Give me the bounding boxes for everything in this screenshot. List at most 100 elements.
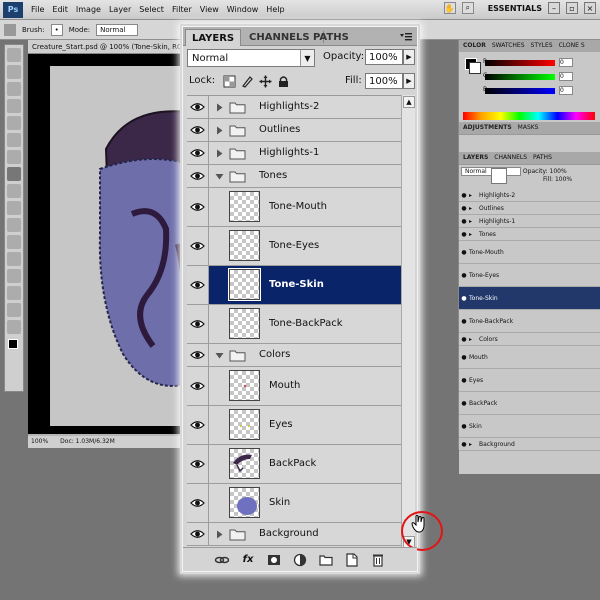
mini-eye-icon[interactable]: ● bbox=[459, 205, 469, 212]
menu-image[interactable]: Image bbox=[72, 5, 105, 14]
brush-tool-icon[interactable] bbox=[4, 23, 16, 36]
menu-help[interactable]: Help bbox=[262, 5, 288, 14]
mini-layer-row[interactable]: ● ▸ Highlights-2 bbox=[459, 189, 600, 202]
close-icon[interactable]: × bbox=[584, 2, 596, 14]
mini-eye-icon[interactable]: ● bbox=[459, 231, 469, 238]
menu-view[interactable]: View bbox=[196, 5, 223, 14]
menu-file[interactable]: File bbox=[27, 5, 48, 14]
eye-icon[interactable] bbox=[190, 420, 205, 430]
visibility-toggle[interactable] bbox=[187, 96, 209, 118]
lock-all-icon[interactable] bbox=[277, 75, 290, 88]
visibility-toggle[interactable] bbox=[187, 119, 209, 141]
move-tool-icon[interactable] bbox=[7, 48, 21, 62]
visibility-toggle[interactable] bbox=[187, 367, 209, 405]
tab-adjustments[interactable]: ADJUSTMENTS bbox=[463, 124, 512, 132]
red-value[interactable]: 0 bbox=[559, 58, 573, 67]
dodge-tool-icon[interactable] bbox=[7, 252, 21, 266]
green-value[interactable]: 0 bbox=[559, 72, 573, 81]
mini-eye-icon[interactable]: ● bbox=[459, 377, 469, 384]
blue-value[interactable]: 0 bbox=[559, 86, 573, 95]
mini-layer-row[interactable]: ● Tone-BackPack bbox=[459, 168, 600, 333]
visibility-toggle[interactable] bbox=[187, 142, 209, 164]
document-canvas[interactable] bbox=[28, 54, 188, 434]
layer-thumbnail[interactable] bbox=[229, 191, 260, 222]
pen-tool-icon[interactable] bbox=[7, 269, 21, 283]
shape-tool-icon[interactable] bbox=[7, 320, 21, 334]
fill-slider-arrow-icon[interactable]: ▶ bbox=[403, 73, 415, 89]
layer-thumbnail[interactable] bbox=[229, 487, 260, 518]
mini-layer-row[interactable]: ● Tone-Eyes bbox=[459, 168, 600, 287]
layer-thumbnail[interactable] bbox=[229, 230, 260, 261]
zoom-level[interactable]: 100% bbox=[31, 438, 48, 446]
scroll-up-icon[interactable]: ▲ bbox=[403, 96, 415, 108]
eye-icon[interactable] bbox=[190, 498, 205, 508]
layer-thumbnail[interactable] bbox=[229, 370, 260, 401]
eye-icon[interactable] bbox=[190, 381, 205, 391]
blue-slider[interactable] bbox=[485, 88, 555, 94]
fx-icon[interactable]: fx bbox=[240, 552, 256, 568]
mini-eye-icon[interactable]: ● bbox=[459, 318, 469, 325]
lock-position-icon[interactable] bbox=[259, 75, 272, 88]
expanded-triangle-icon[interactable] bbox=[215, 351, 224, 360]
layer-row[interactable]: Tone-Mouth bbox=[187, 188, 401, 227]
lock-transparency-icon[interactable] bbox=[223, 75, 236, 88]
mini-layer-row[interactable]: ● Eyes bbox=[459, 168, 600, 392]
layer-thumbnail[interactable] bbox=[229, 448, 260, 479]
panel-menu-icon[interactable] bbox=[399, 31, 413, 43]
visibility-toggle[interactable] bbox=[187, 523, 209, 545]
stamp-tool-icon[interactable] bbox=[7, 184, 21, 198]
eye-icon[interactable] bbox=[190, 202, 205, 212]
mini-fill-value[interactable]: 100% bbox=[555, 176, 572, 183]
layer-list-scrollbar[interactable]: ▲ ▼ bbox=[401, 95, 415, 549]
visibility-toggle[interactable] bbox=[187, 305, 209, 343]
eye-icon[interactable] bbox=[190, 148, 205, 158]
eraser-tool-icon[interactable] bbox=[7, 218, 21, 232]
eye-icon[interactable] bbox=[190, 459, 205, 469]
mini-eye-icon[interactable]: ● bbox=[459, 354, 469, 361]
collapsed-triangle-icon[interactable] bbox=[215, 126, 224, 135]
mini-eye-icon[interactable]: ● bbox=[459, 400, 469, 407]
menu-layer[interactable]: Layer bbox=[105, 5, 135, 14]
layer-group-row[interactable]: Highlights-1 bbox=[187, 142, 401, 165]
restore-icon[interactable]: ▫ bbox=[566, 2, 578, 14]
link-icon[interactable] bbox=[214, 552, 230, 568]
mini-layer-row[interactable]: ● Tone-Skin bbox=[459, 168, 600, 310]
mode-select[interactable]: Normal bbox=[96, 23, 139, 36]
layer-row[interactable]: Tone-Eyes bbox=[187, 227, 401, 266]
mini-layer-row[interactable]: ● ▸ Outlines bbox=[459, 202, 600, 215]
layer-row[interactable]: Tone-BackPack bbox=[187, 305, 401, 344]
visibility-toggle[interactable] bbox=[187, 188, 209, 226]
visibility-toggle[interactable] bbox=[187, 344, 209, 366]
menu-filter[interactable]: Filter bbox=[168, 5, 196, 14]
brush-size-picker[interactable]: • bbox=[50, 23, 63, 36]
new-group-icon[interactable] bbox=[318, 552, 334, 568]
mini-eye-icon[interactable]: ● bbox=[459, 295, 469, 302]
layer-group-row[interactable]: Outlines bbox=[187, 119, 401, 142]
mini-eye-icon[interactable]: ● bbox=[459, 272, 469, 279]
mini-layer-row[interactable]: ● ▸ Tones bbox=[459, 228, 600, 241]
mini-tab-layers[interactable]: LAYERS bbox=[463, 154, 488, 162]
collapsed-triangle-icon[interactable] bbox=[215, 530, 224, 539]
layer-group-row[interactable]: Colors bbox=[187, 344, 401, 367]
tab-color[interactable]: COLOR bbox=[463, 42, 486, 50]
visibility-toggle[interactable] bbox=[187, 484, 209, 522]
layer-group-row[interactable]: Tones bbox=[187, 165, 401, 188]
layer-thumbnail[interactable] bbox=[229, 409, 260, 440]
mini-layer-row[interactable]: ● ▸ Highlights-1 bbox=[459, 215, 600, 228]
tab-paths[interactable]: PATHS bbox=[307, 29, 355, 46]
crop-tool-icon[interactable] bbox=[7, 116, 21, 130]
mini-layer-row[interactable]: ● BackPack bbox=[459, 168, 600, 415]
menu-edit[interactable]: Edit bbox=[48, 5, 72, 14]
mini-eye-icon[interactable]: ● bbox=[459, 218, 469, 225]
marquee-tool-icon[interactable] bbox=[7, 65, 21, 79]
mini-eye-icon[interactable]: ● bbox=[459, 423, 469, 430]
menu-window[interactable]: Window bbox=[223, 5, 263, 14]
menu-select[interactable]: Select bbox=[135, 5, 168, 14]
layer-row[interactable]: BackPack bbox=[187, 445, 401, 484]
eye-icon[interactable] bbox=[190, 102, 205, 112]
heal-tool-icon[interactable] bbox=[7, 150, 21, 164]
layer-group-row[interactable]: Highlights-2 bbox=[187, 96, 401, 119]
eye-icon[interactable] bbox=[190, 319, 205, 329]
mini-tab-paths[interactable]: PATHS bbox=[533, 154, 552, 162]
eye-icon[interactable] bbox=[190, 241, 205, 251]
